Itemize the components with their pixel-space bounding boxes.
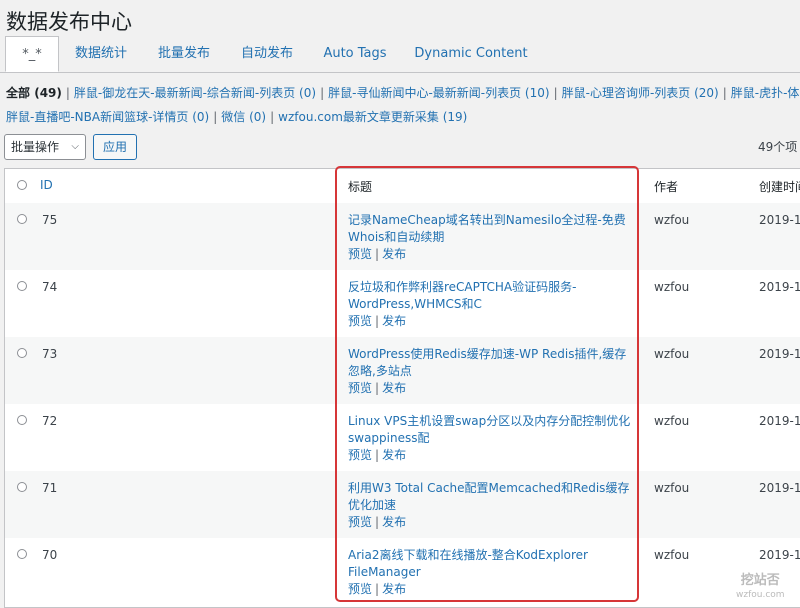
row-created: 2019-12 bbox=[759, 481, 800, 495]
tab-home[interactable]: *_* bbox=[5, 36, 59, 72]
row-select-radio[interactable] bbox=[17, 348, 27, 358]
watermark: 挖站否 wzfou.com bbox=[736, 573, 785, 601]
tab-batch-publish[interactable]: 批量发布 bbox=[148, 36, 220, 72]
row-select-radio[interactable] bbox=[17, 281, 27, 291]
publish-link[interactable]: 发布 bbox=[382, 582, 406, 596]
table-row: 74 反垃圾和作弊利器reCAPTCHA验证码服务-WordPress,WHMC… bbox=[5, 270, 800, 337]
publish-link[interactable]: 发布 bbox=[382, 515, 406, 529]
row-id: 73 bbox=[42, 347, 58, 361]
table-row: 73 WordPress使用Redis缓存加速-WP Redis插件,缓存忽略,… bbox=[5, 337, 800, 404]
row-id: 72 bbox=[42, 414, 58, 428]
tab-statistics[interactable]: 数据统计 bbox=[66, 36, 136, 72]
row-select-radio[interactable] bbox=[17, 549, 27, 559]
row-author: wzfou bbox=[654, 347, 690, 361]
row-actions: 预览 | 发布 bbox=[348, 448, 407, 462]
row-id: 71 bbox=[42, 481, 58, 495]
column-title: 标题 bbox=[348, 180, 373, 194]
page-title: 数据发布中心 bbox=[6, 10, 132, 34]
row-id: 75 bbox=[42, 213, 58, 227]
row-id: 70 bbox=[42, 548, 58, 562]
filter-links-row-1: 全部 (49) | 胖鼠-御龙在天-最新新闻-综合新闻-列表页 (0) | 胖鼠-寻仙新… bbox=[6, 86, 800, 100]
row-title-link[interactable]: WordPress使用Redis缓存加速-WP Redis插件,缓存忽略,多站点 bbox=[348, 346, 638, 380]
table-row: 71 利用W3 Total Cache配置Memcached和Redis缓存优化… bbox=[5, 471, 800, 538]
select-all-radio[interactable] bbox=[17, 180, 27, 190]
row-author: wzfou bbox=[654, 481, 690, 495]
row-actions: 预览 | 发布 bbox=[348, 247, 407, 261]
filter-link[interactable]: wzfou.com最新文章更新采集 (19) bbox=[278, 110, 467, 124]
row-author: wzfou bbox=[654, 414, 690, 428]
table-row: 70 Aria2离线下载和在线播放-整合KodExplorer FileMana… bbox=[5, 538, 800, 605]
preview-link[interactable]: 预览 bbox=[348, 582, 372, 596]
row-title-link[interactable]: 记录NameCheap域名转出到Namesilo全过程-免费Whois和自动续期 bbox=[348, 212, 638, 246]
filter-link[interactable]: 胖鼠-御龙在天-最新新闻-综合新闻-列表页 (0) bbox=[74, 86, 316, 100]
bulk-action-select[interactable]: 批量操作 ⌵ bbox=[4, 134, 86, 160]
row-created: 2019-12 bbox=[759, 347, 800, 361]
table-row: 72 Linux VPS主机设置swap分区以及内存分配控制优化swappine… bbox=[5, 404, 800, 471]
row-actions: 预览 | 发布 bbox=[348, 314, 407, 328]
item-count: 49个项 bbox=[758, 140, 798, 154]
filter-links-row-2: 胖鼠-直播吧-NBA新闻篮球-详情页 (0) | 微信 (0) | wzfou.com最… bbox=[6, 110, 468, 124]
column-created: 创建时间 bbox=[759, 180, 800, 194]
preview-link[interactable]: 预览 bbox=[348, 381, 372, 395]
preview-link[interactable]: 预览 bbox=[348, 247, 372, 261]
filter-link[interactable]: 微信 (0) bbox=[221, 110, 266, 124]
row-created: 2019-12 bbox=[759, 213, 800, 227]
column-id[interactable]: ID bbox=[40, 178, 53, 192]
chevron-down-icon: ⌵ bbox=[71, 141, 79, 152]
row-author: wzfou bbox=[654, 280, 690, 294]
publish-link[interactable]: 发布 bbox=[382, 247, 406, 261]
posts-table: ID 标题 作者 创建时间 75 记录NameCheap域名转出到Namesil… bbox=[4, 168, 800, 608]
tab-dynamic-content[interactable]: Dynamic Content bbox=[408, 36, 534, 72]
row-actions: 预览 | 发布 bbox=[348, 515, 407, 529]
row-created: 2019-12 bbox=[759, 414, 800, 428]
column-author: 作者 bbox=[654, 180, 679, 194]
preview-link[interactable]: 预览 bbox=[348, 314, 372, 328]
row-author: wzfou bbox=[654, 213, 690, 227]
preview-link[interactable]: 预览 bbox=[348, 448, 372, 462]
filter-all[interactable]: 全部 (49) bbox=[6, 86, 62, 100]
row-actions: 预览 | 发布 bbox=[348, 381, 407, 395]
publish-link[interactable]: 发布 bbox=[382, 448, 406, 462]
row-created: 2019-12 bbox=[759, 548, 800, 562]
row-created: 2019-12 bbox=[759, 280, 800, 294]
filter-link[interactable]: 胖鼠-虎扑-体 bbox=[731, 86, 800, 100]
apply-button[interactable]: 应用 bbox=[93, 134, 137, 160]
row-select-radio[interactable] bbox=[17, 482, 27, 492]
tab-auto-tags[interactable]: Auto Tags bbox=[314, 36, 396, 72]
preview-link[interactable]: 预览 bbox=[348, 515, 372, 529]
row-select-radio[interactable] bbox=[17, 415, 27, 425]
row-id: 74 bbox=[42, 280, 58, 294]
filter-link[interactable]: 胖鼠-直播吧-NBA新闻篮球-详情页 (0) bbox=[6, 110, 209, 124]
publish-link[interactable]: 发布 bbox=[382, 381, 406, 395]
publish-link[interactable]: 发布 bbox=[382, 314, 406, 328]
row-title-link[interactable]: 反垃圾和作弊利器reCAPTCHA验证码服务-WordPress,WHMCS和C bbox=[348, 279, 638, 313]
table-row: 75 记录NameCheap域名转出到Namesilo全过程-免费Whois和自… bbox=[5, 203, 800, 270]
tab-bar: *_* 数据统计 批量发布 自动发布 Auto Tags Dynamic Con… bbox=[0, 36, 800, 73]
filter-link[interactable]: 胖鼠-寻仙新闻中心-最新新闻-列表页 (10) bbox=[328, 86, 549, 100]
row-title-link[interactable]: 利用W3 Total Cache配置Memcached和Redis缓存优化加速 bbox=[348, 480, 638, 514]
row-actions: 预览 | 发布 bbox=[348, 582, 407, 596]
row-author: wzfou bbox=[654, 548, 690, 562]
tab-auto-publish[interactable]: 自动发布 bbox=[232, 36, 302, 72]
row-select-radio[interactable] bbox=[17, 214, 27, 224]
table-header: ID 标题 作者 创建时间 bbox=[5, 169, 800, 204]
filter-link[interactable]: 胖鼠-心理咨询师-列表页 (20) bbox=[562, 86, 719, 100]
row-title-link[interactable]: Linux VPS主机设置swap分区以及内存分配控制优化swappiness配 bbox=[348, 413, 638, 447]
row-title-link[interactable]: Aria2离线下载和在线播放-整合KodExplorer FileManager bbox=[348, 547, 638, 581]
